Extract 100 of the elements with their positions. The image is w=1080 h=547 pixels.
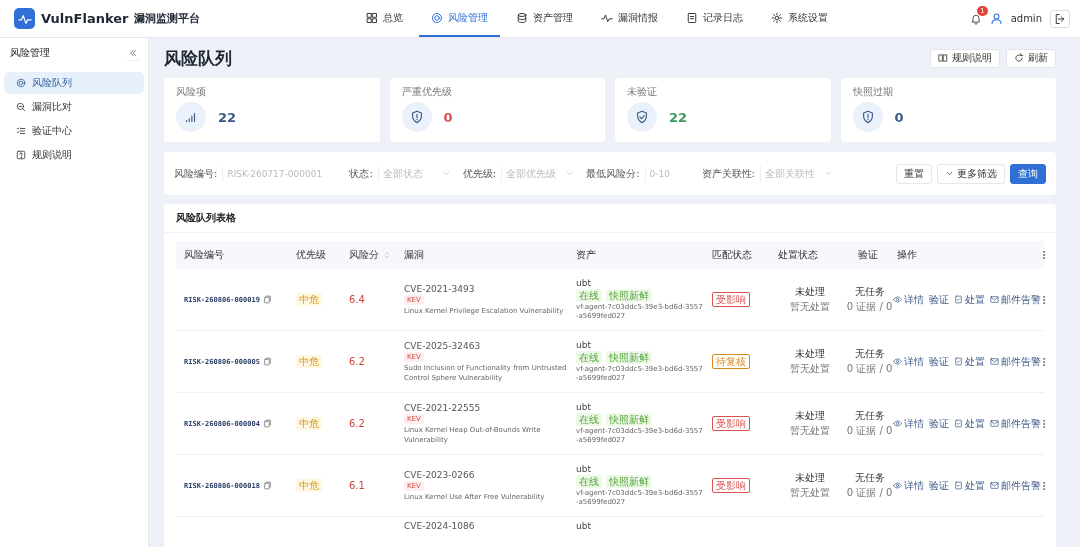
book-icon [938,53,948,63]
asset-tag: 快照新鲜 [606,475,652,488]
action-link[interactable]: 处置 [954,292,985,307]
asset-tag: 快照新鲜 [606,413,652,426]
stat-label: 风险项 [176,85,207,99]
action-link[interactable]: 详情 [893,478,924,493]
asset-tag: 在线 [576,289,602,302]
asset-tag: 在线 [576,351,602,364]
action-link[interactable]: 邮件告警 [990,292,1041,307]
priority-tag: 中危 [296,479,322,492]
logout-icon [1054,12,1066,25]
stat-value: 0 [443,109,453,125]
action-link[interactable]: 处置 [954,354,985,369]
target-icon [16,78,26,88]
user-name: admin [1010,13,1042,24]
column-header: 验证 [858,248,878,262]
shield-check-icon [635,110,649,124]
mail-icon [990,481,999,490]
clipboard-icon [954,295,963,304]
filter-label: 优先级: [462,166,497,181]
chevron-down-icon [441,169,451,178]
action-link[interactable]: 邮件告警 [990,478,1041,493]
disposal-status: 未处理 [795,285,825,299]
action-link[interactable]: 验证 [929,416,949,431]
table-title: 风险队列表格 [164,204,1056,233]
action-link[interactable]: 处置 [954,416,985,431]
shield-alert-icon [409,110,424,124]
stat-value: 22 [218,109,237,125]
copy-icon [262,481,272,490]
shield-alert-icon [860,110,875,124]
action-link[interactable]: 详情 [893,354,924,369]
priority-tag: 中危 [296,355,322,368]
mail-icon [990,357,999,366]
risk-score: 6.4 [349,294,365,305]
nav-tab[interactable]: 记录日志 [674,0,755,37]
search-button[interactable]: 查询 [1010,163,1046,184]
nav-tab[interactable]: 漏洞情报 [589,0,670,37]
action-link[interactable]: 处置 [954,478,985,493]
action-link[interactable]: 邮件告警 [990,354,1041,369]
match-status-tag: 待复核 [712,354,750,369]
action-link[interactable]: 验证 [929,478,949,493]
filter-label: 资产关联性: [701,166,755,181]
cve-id: CVE-2021-3493 [404,283,475,294]
action-link[interactable]: 验证 [929,292,949,307]
more-filters-button[interactable]: 更多筛选 [937,163,1005,184]
nav-tab[interactable]: 资产管理 [504,0,585,37]
copy-icon [262,419,272,428]
column-header: 匹配状态 [712,248,752,262]
match-status-tag: 受影响 [712,416,750,431]
app-subtitle: 漏洞监测平台 [134,11,201,26]
collapse-icon [128,47,138,58]
grid-icon [366,11,378,24]
disposal-note: 暂无处置 [790,486,830,500]
bell-icon [969,12,982,25]
eye-icon [893,357,902,366]
asset-tag: 快照新鲜 [606,289,652,302]
cve-id: CVE-2023-0266 [404,469,475,480]
asset-name: ubt [576,521,591,531]
sidebar-item[interactable]: 规则说明 [4,144,144,166]
action-link[interactable]: 邮件告警 [990,416,1041,431]
sidebar-title: 风险管理 [10,46,50,60]
asset-tag: 快照新鲜 [606,351,652,364]
copy-icon [262,357,272,366]
asset-tag: 在线 [576,413,602,426]
asset-tag: 在线 [576,475,602,488]
chevron-down-icon [823,169,833,178]
eye-icon [893,419,902,428]
match-status-tag: 受影响 [712,478,750,493]
logout-button[interactable] [1050,9,1070,28]
action-link[interactable]: 验证 [929,354,949,369]
risk-score: 6.1 [349,480,365,491]
refresh-icon [1014,53,1024,63]
column-header: 操作 [897,248,917,262]
clipboard-icon [954,419,963,428]
disposal-status: 未处理 [795,409,825,423]
reset-button[interactable]: 重置 [896,163,932,184]
nav-tab[interactable]: 系统设置 [759,0,840,37]
toolbar-button[interactable]: 刷新 [1006,48,1056,68]
filter-label: 最低风险分: [586,166,640,181]
nav-tab[interactable]: 总览 [354,0,415,37]
signal-bars-icon [184,110,198,124]
evidence-count: 0 证据 / 0 [846,486,893,500]
verify-status: 无任务 [854,471,885,485]
search-icon [16,102,26,112]
disposal-note: 暂无处置 [790,424,830,438]
action-link[interactable]: 详情 [893,292,924,307]
checklist-icon [16,126,26,136]
sidebar-item[interactable]: 风险队列 [4,72,144,94]
action-link[interactable]: 详情 [893,416,924,431]
disposal-note: 暂无处置 [790,300,830,314]
column-header: 处置状态 [778,248,818,262]
sidebar-item[interactable]: 验证中心 [4,120,144,142]
app-name: VulnFlanker [41,11,129,26]
toolbar-button[interactable]: 规则说明 [930,48,1000,68]
risk-score: 6.2 [349,356,365,367]
cve-id: CVE-2024-1086 [404,521,475,531]
clipboard-icon [954,357,963,366]
sidebar-item[interactable]: 漏洞比对 [4,96,144,118]
evidence-count: 0 证据 / 0 [846,300,893,314]
eye-icon [893,295,902,304]
